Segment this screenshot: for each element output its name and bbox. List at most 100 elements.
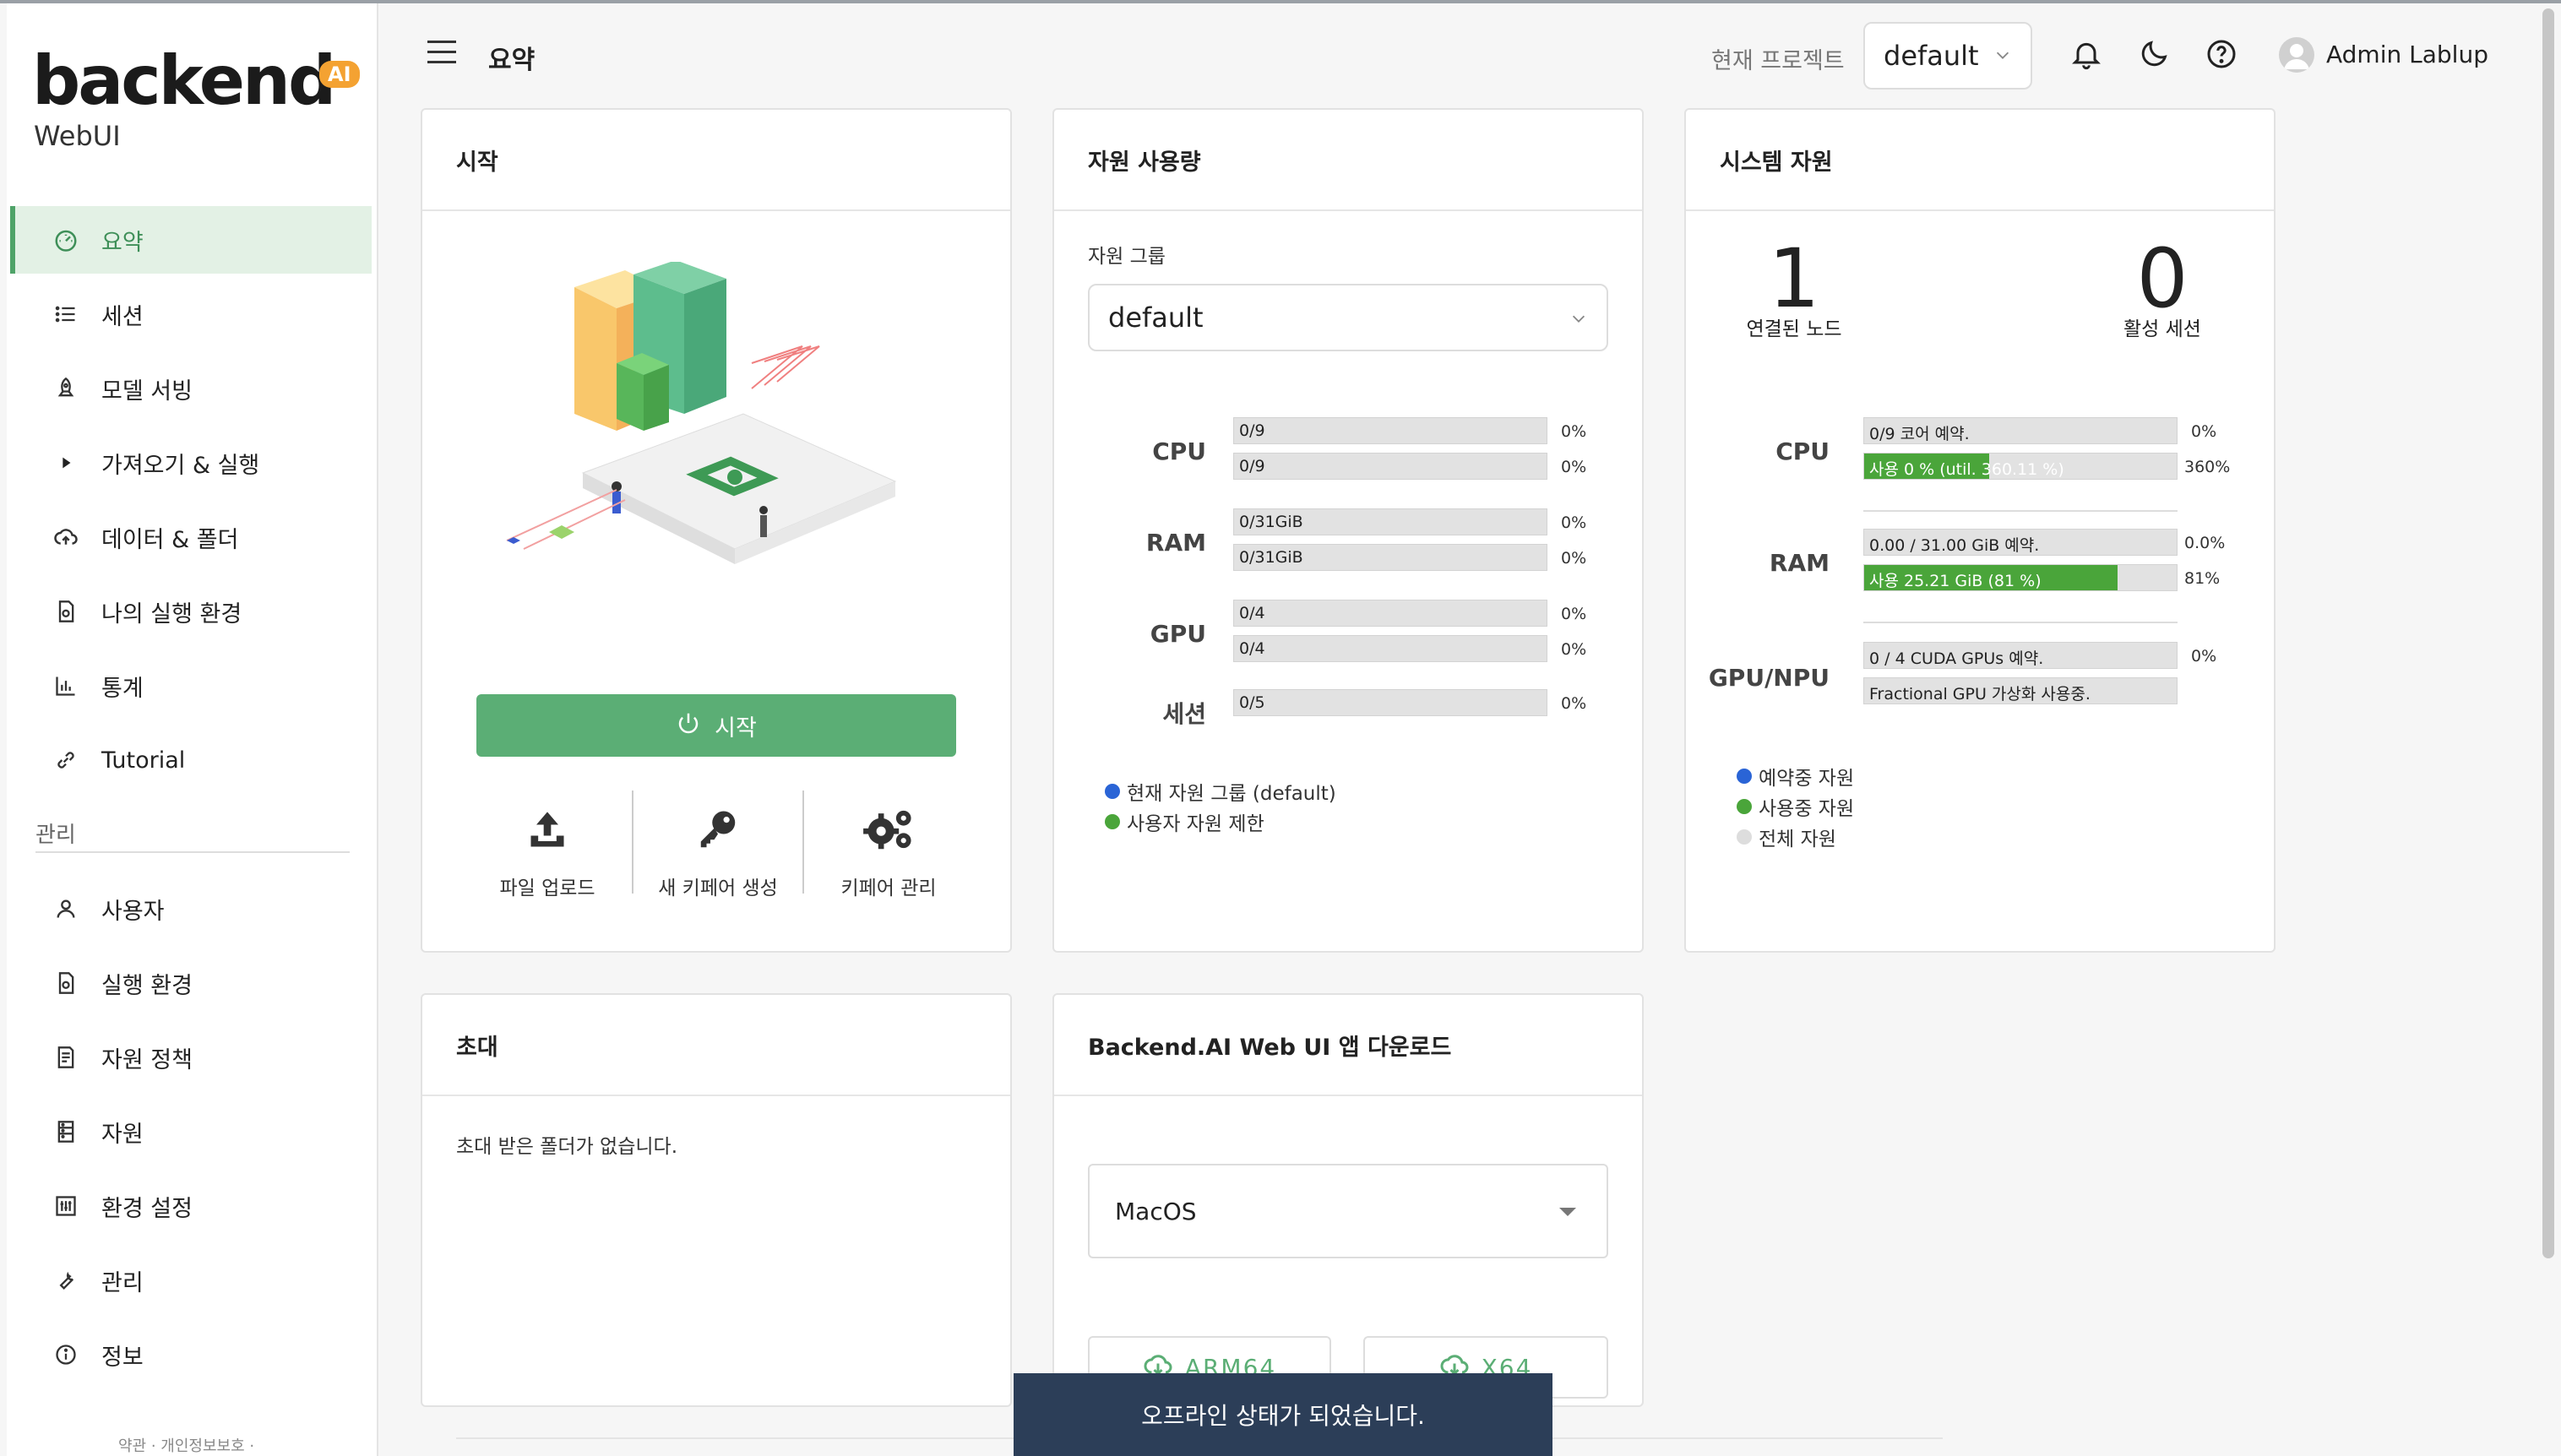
sidebar-item-statistics[interactable]: 통계	[10, 652, 372, 720]
os-select-value: MacOS	[1115, 1197, 1197, 1225]
sidebar-item-summary[interactable]: 요약	[10, 206, 372, 274]
usage-ram-bar: 0/31GiB	[1233, 508, 1547, 535]
logo-text: backend	[32, 41, 336, 120]
bar-percent: 0%	[1561, 605, 1587, 623]
nav-divider	[35, 851, 350, 853]
menu-toggle-button[interactable]	[427, 41, 456, 64]
usage-gpu-bar: 0/4	[1233, 600, 1547, 627]
connected-nodes-label: 연결된 노드	[1746, 318, 1842, 340]
chevron-down-icon	[1993, 46, 2012, 68]
usage-session-bar: 0/5	[1233, 689, 1547, 716]
legend-dot-green	[1105, 814, 1120, 829]
bar-percent: 0%	[2191, 647, 2217, 666]
legend-label: 전체 자원	[1759, 829, 1836, 850]
logo-subtitle: WebUI	[34, 120, 121, 152]
legend-dot-green	[1737, 799, 1752, 814]
resource-group-label: 자원 그룹	[1088, 246, 1166, 268]
usage-gpu-label: GPU	[1150, 620, 1206, 648]
bar-text: 0/4	[1239, 639, 1265, 658]
bar-text: 사용 25.21 GiB (81 %)	[1869, 572, 2042, 590]
bar-text: 0/9	[1239, 421, 1265, 440]
bar-percent: 0%	[1561, 640, 1587, 659]
user-name[interactable]: Admin Lablup	[2326, 41, 2488, 68]
usage-cpu-label: CPU	[1152, 437, 1206, 465]
project-select[interactable]: default	[1863, 22, 2032, 90]
start-session-button[interactable]: 시작	[476, 694, 956, 757]
gears-icon	[804, 802, 973, 853]
legend-dot-gray	[1737, 829, 1752, 845]
sidebar-item-label: 자원 정책	[101, 1046, 193, 1073]
bar-percent: 0%	[2191, 422, 2217, 441]
sidebar-item-import-run[interactable]: 가져오기 & 실행	[10, 429, 372, 497]
manage-keypair-button[interactable]: 키페어 관리	[804, 802, 973, 900]
sidebar-footer-links[interactable]: 약관 · 개인정보보호 ·	[118, 1434, 254, 1456]
card-divider	[422, 209, 1010, 211]
wrench-icon	[49, 1263, 83, 1297]
sidebar-item-environments[interactable]: 실행 환경	[10, 949, 372, 1017]
sidebar-item-settings[interactable]: 환경 설정	[10, 1172, 372, 1240]
sidebar-item-data-folders[interactable]: 데이터 & 폴더	[10, 503, 372, 571]
bar-percent: 360%	[2184, 458, 2231, 476]
page-title: 요약	[488, 46, 536, 75]
sidebar-item-users[interactable]: 사용자	[10, 875, 372, 943]
bar-text: 0/9 코어 예약.	[1869, 425, 1970, 443]
project-label: 현재 프로젝트	[1711, 48, 1845, 74]
file-settings-icon	[49, 595, 83, 628]
legend-label: 사용자 자원 제한	[1127, 813, 1264, 835]
divider	[1863, 510, 2178, 512]
bar-chart-icon	[49, 669, 83, 703]
legend-total: 전체 자원	[1737, 823, 1836, 851]
sidebar-item-tutorial[interactable]: Tutorial	[10, 726, 372, 794]
os-select[interactable]: MacOS	[1088, 1164, 1608, 1258]
sidebar-item-my-environments[interactable]: 나의 실행 환경	[10, 578, 372, 645]
server-icon	[49, 1115, 83, 1149]
play-icon	[49, 446, 83, 480]
sidebar-item-maintenance[interactable]: 관리	[10, 1247, 372, 1314]
sidebar-item-label: 정보	[101, 1344, 144, 1371]
upload-icon	[463, 802, 632, 853]
sidebar-item-model-serving[interactable]: 모델 서빙	[10, 355, 372, 422]
bar-text: 0/31GiB	[1239, 513, 1303, 531]
legend-reserved: 예약중 자원	[1737, 762, 1854, 790]
notification-bell-icon[interactable]	[2069, 37, 2107, 74]
help-icon[interactable]	[2205, 37, 2242, 74]
usage-ram-bar: 0/31GiB	[1233, 544, 1547, 571]
dropdown-arrow-icon	[1559, 1208, 1576, 1216]
invitation-empty-text: 초대 받은 폴더가 없습니다.	[456, 1136, 678, 1158]
toast-message: 오프라인 상태가 되었습니다.	[1141, 1402, 1425, 1430]
legend-user-limit: 사용자 자원 제한	[1105, 807, 1264, 836]
legend-label: 예약중 자원	[1759, 768, 1855, 790]
resource-group-select[interactable]: default	[1088, 284, 1608, 351]
new-keypair-button[interactable]: 새 키페어 생성	[633, 802, 802, 900]
info-icon	[49, 1338, 83, 1372]
logo: backend AI	[32, 41, 360, 120]
invitation-title: 초대	[456, 1035, 498, 1061]
user-avatar[interactable]	[2279, 37, 2314, 73]
bar-percent: 0%	[1561, 513, 1587, 532]
offline-toast: 오프라인 상태가 되었습니다.	[1014, 1373, 1552, 1456]
legend-dot-blue	[1737, 769, 1752, 784]
sidebar-item-resource-policy[interactable]: 자원 정책	[10, 1024, 372, 1091]
sidebar-item-sessions[interactable]: 세션	[10, 280, 372, 348]
legend-dot-blue	[1105, 784, 1120, 799]
scrollbar-thumb[interactable]	[2542, 8, 2554, 1258]
invitation-card: 초대 초대 받은 폴더가 없습니다.	[421, 993, 1012, 1407]
system-gpu-reserved-bar: 0 / 4 CUDA GPUs 예약.	[1863, 642, 2178, 669]
bar-text: 사용 0 % (util. 360.11 %)	[1869, 460, 2064, 479]
resource-usage-card: 자원 사용량 자원 그룹 default CPU 0/9 0% 0/9 0% R…	[1052, 108, 1644, 953]
system-cpu-used-bar: 사용 0 % (util. 360.11 %)	[1863, 453, 2178, 480]
usage-cpu-bar: 0/9	[1233, 453, 1547, 480]
key-icon	[633, 802, 802, 853]
sidebar-item-label: 모델 서빙	[101, 378, 193, 405]
sidebar-item-information[interactable]: 정보	[10, 1321, 372, 1388]
sidebar-item-label: 환경 설정	[101, 1195, 193, 1222]
project-select-value: default	[1884, 40, 1979, 72]
dark-mode-moon-icon[interactable]	[2137, 37, 2174, 74]
top-header: 요약 현재 프로젝트 default Admin Lablup	[380, 3, 2542, 105]
file-upload-button[interactable]: 파일 업로드	[463, 802, 632, 900]
sidebar-item-resources[interactable]: 자원	[10, 1098, 372, 1165]
sidebar-item-label: 관리	[101, 1269, 144, 1296]
sidebar-item-label: 사용자	[101, 898, 165, 925]
sidebar-item-label: 요약	[101, 229, 144, 256]
bar-text: 0 / 4 CUDA GPUs 예약.	[1869, 649, 2044, 668]
